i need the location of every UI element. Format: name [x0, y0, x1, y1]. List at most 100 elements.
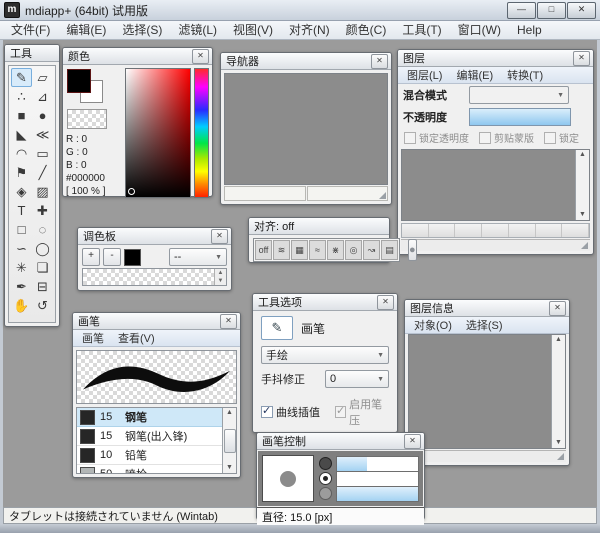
brush-control-panel-titlebar[interactable]: 画笔控制 ✕ [257, 433, 424, 450]
curve-interpolation-checkbox[interactable]: ✓ 曲线插值 [261, 396, 335, 428]
menu-item[interactable]: 文件(F) [3, 21, 58, 39]
brush-menu-item[interactable]: 查看(V) [111, 330, 162, 346]
pressure-knob[interactable] [319, 472, 332, 485]
menu-item[interactable]: 工具(T) [394, 21, 449, 39]
layer-info-scrollbar[interactable]: ▲ ▼ [551, 335, 565, 448]
scroll-up-icon[interactable]: ▲ [218, 270, 224, 276]
tone-tool-button[interactable]: ⊿ [32, 87, 53, 106]
menu-item[interactable]: 对齐(N) [281, 21, 338, 39]
object-move-tool-button[interactable]: ✚ [32, 201, 53, 220]
close-icon[interactable]: ✕ [211, 229, 228, 244]
snap-vanishing-lines-button[interactable]: ⋇ [327, 240, 344, 260]
slider-track[interactable] [336, 456, 419, 472]
slider-track[interactable] [336, 471, 419, 487]
free-select-tool-button[interactable]: ◯ [32, 239, 53, 258]
saturation-value-picker[interactable] [125, 68, 191, 198]
eraser-tool-button[interactable]: ▱ [32, 68, 53, 87]
scroll-down-icon[interactable]: ▼ [555, 439, 562, 447]
binary-pen-tool-button[interactable]: ∴ [11, 87, 32, 106]
snap-perspective-button[interactable]: ▤ [381, 240, 398, 260]
closed-curve-tool-button[interactable]: ◠ [11, 144, 32, 163]
line-tool-button[interactable]: ╱ [32, 163, 53, 182]
menu-item[interactable]: 窗口(W) [450, 21, 509, 39]
snap-parallel-lines-button[interactable]: ≋ [273, 240, 290, 260]
foreground-color-swatch[interactable] [67, 69, 91, 93]
menu-item[interactable]: 编辑(E) [58, 21, 114, 39]
eyedropper-tool-button[interactable]: ✒ [11, 277, 32, 296]
hue-slider[interactable] [194, 68, 209, 198]
close-icon[interactable]: ✕ [549, 301, 566, 316]
menu-item[interactable]: Help [509, 21, 550, 39]
palette-remove-button[interactable]: - [103, 248, 121, 266]
minimize-button[interactable]: — [507, 2, 536, 19]
scratch-tool-button[interactable]: ≪ [32, 125, 53, 144]
lasso-tool-button[interactable]: ∽ [11, 239, 32, 258]
scroll-down-icon[interactable]: ▼ [579, 211, 586, 219]
navigator-panel-titlebar[interactable]: 导航器 ✕ [221, 53, 391, 70]
close-icon[interactable]: ✕ [371, 54, 388, 69]
layer-info-menu-item[interactable]: 对象(O) [407, 317, 459, 333]
palette-current-swatch[interactable] [124, 249, 141, 266]
menu-item[interactable]: 颜色(C) [338, 21, 395, 39]
tool-options-panel-titlebar[interactable]: 工具选项 ✕ [253, 294, 397, 311]
rectangle-tool-button[interactable]: ▭ [32, 144, 53, 163]
lock-transparency-checkbox[interactable]: ✓ 锁定透明度 [404, 130, 469, 145]
menu-item[interactable]: 滤镜(L) [170, 21, 225, 39]
rect-select-tool-button[interactable]: □ [11, 220, 32, 239]
ellipse-select-tool-button[interactable]: ◌ [32, 220, 53, 239]
navigator-zoom-field[interactable] [224, 186, 306, 201]
pressure-knob[interactable] [319, 457, 332, 470]
menu-item[interactable]: 选择(S) [114, 21, 170, 39]
layers-menu-item[interactable]: 转换(T) [500, 67, 550, 83]
blend-mode-dropdown[interactable]: ▼ [469, 86, 569, 104]
layer-list-scrollbar[interactable]: ▲ ▼ [575, 150, 589, 220]
palette-set-dropdown[interactable]: -- ▼ [169, 248, 227, 266]
pressure-size-slider[interactable] [319, 456, 419, 471]
resize-grip[interactable] [557, 453, 564, 460]
brush-panel-titlebar[interactable]: 画笔 ✕ [73, 313, 240, 330]
scroll-down-icon[interactable]: ▼ [218, 278, 224, 284]
layers-menu-item[interactable]: 编辑(E) [449, 67, 500, 83]
close-window-button[interactable]: ✕ [567, 2, 596, 19]
resize-grip[interactable] [581, 242, 588, 249]
pressure-density-slider[interactable] [319, 486, 419, 501]
close-icon[interactable]: ✕ [192, 49, 209, 64]
fill-tool-button[interactable]: ◈ [11, 182, 32, 201]
close-icon[interactable]: ✕ [404, 434, 421, 449]
layer-info-list[interactable]: ▲ ▼ [408, 334, 566, 449]
text-tool-button[interactable]: T [11, 201, 32, 220]
palette-add-button[interactable]: + [82, 248, 100, 266]
brush-list-item[interactable]: 10 铅笔 [77, 446, 222, 465]
measure-tool-button[interactable]: ⊟ [32, 277, 53, 296]
palette-scrollbar[interactable]: ▲ ▼ [214, 269, 226, 285]
snap-grid-button[interactable]: ▦ [291, 240, 308, 260]
window-titlebar[interactable]: m mdiapp+ (64bit) 试用版 — □ ✕ [0, 0, 600, 21]
pen-tool-button[interactable]: ✎ [11, 68, 32, 87]
move-select-tool-button[interactable]: ❏ [32, 258, 53, 277]
scrollbar-thumb[interactable] [224, 429, 236, 453]
paint-brush-tool-button[interactable]: ◣ [11, 125, 32, 144]
opacity-slider[interactable] [469, 108, 571, 126]
snap-curve-button[interactable]: ↝ [363, 240, 380, 260]
clipping-mask-checkbox[interactable]: ✓ 剪贴蒙版 [479, 130, 534, 145]
snap-concentric-button[interactable]: ◎ [345, 240, 362, 260]
snap-custom-button[interactable]: ● [408, 239, 417, 261]
hand-tool-button[interactable]: ✋ [11, 296, 32, 315]
draw-mode-dropdown[interactable]: 手绘 ▼ [261, 346, 389, 364]
navigator-angle-field[interactable] [307, 186, 389, 201]
magic-wand-tool-button[interactable]: ✳ [11, 258, 32, 277]
pen-pressure-checkbox[interactable]: ✓ 启用笔压 [335, 396, 389, 428]
current-tool-button[interactable]: ✎ [261, 316, 293, 340]
menu-item[interactable]: 视图(V) [225, 21, 281, 39]
color-panel-titlebar[interactable]: 颜色 ✕ [63, 48, 212, 65]
scroll-up-icon[interactable]: ▲ [226, 409, 233, 417]
rotate-view-tool-button[interactable]: ↺ [32, 296, 53, 315]
marker-tool-button[interactable]: ■ [11, 106, 32, 125]
layer-info-panel-titlebar[interactable]: 图层信息 ✕ [405, 300, 569, 317]
palette-panel-titlebar[interactable]: 调色板 ✕ [78, 228, 231, 245]
brush-list-item[interactable]: 50 喷枪 [77, 465, 222, 473]
layers-menu-item[interactable]: 图层(L) [400, 67, 449, 83]
round-brush-tool-button[interactable]: ● [32, 106, 53, 125]
brush-list-scrollbar[interactable]: ▲ ▼ [222, 408, 236, 473]
lock-layer-checkbox[interactable]: ✓ 锁定 [544, 130, 579, 145]
